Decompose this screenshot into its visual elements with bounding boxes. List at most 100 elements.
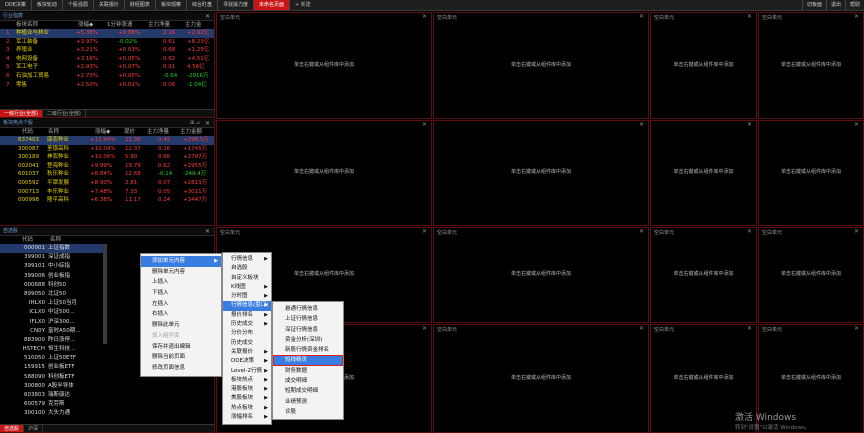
table-row[interactable]: 6 石油加工贸易 +2.73% +0.05% -0.64 -2916万 <box>0 72 214 81</box>
menu-item[interactable]: Level-2行情 ▶ <box>223 367 271 376</box>
menu-item[interactable]: 自定义板块 <box>223 274 271 283</box>
close-icon[interactable]: ✕ <box>422 228 427 235</box>
list-item[interactable]: 899050 北证50 <box>0 290 103 299</box>
menu-item[interactable]: 诊股 <box>273 407 343 417</box>
list-item[interactable]: 399006 创业板指 <box>0 272 103 281</box>
empty-cell[interactable]: ✕ 单击右键或从组件库中添加 <box>216 120 432 226</box>
list-item[interactable]: 510050 上证50ETF <box>0 354 103 363</box>
menu-item[interactable]: 历史成交 ▶ <box>223 320 271 329</box>
top-right-button[interactable]: 切板面 <box>801 0 826 10</box>
col-chg[interactable]: 涨幅◆ <box>78 21 93 29</box>
close-icon[interactable]: ✕ <box>639 121 644 128</box>
close-icon[interactable]: ✕ <box>639 325 644 332</box>
col-amount[interactable]: 主力金额 <box>180 128 202 136</box>
table-row[interactable]: 601037 秋乐种业 +8.84% 12.68 -0.14 -249.4万 <box>0 170 214 179</box>
top-tab[interactable]: 关联报价 <box>94 0 125 10</box>
top-tab[interactable]: DDE决策 <box>0 0 32 10</box>
table-row[interactable]: 4 电网设备 +3.16% +0.05% 0.62 +4.51亿 <box>0 55 214 64</box>
table-row[interactable]: 000998 隆平高科 +6.38% 11.17 0.24 +3447万 <box>0 196 214 205</box>
empty-cell[interactable]: 空白单元 ✕ 单击右键或从组件库中添加 <box>433 227 649 323</box>
col-net[interactable]: 主力净量 <box>148 21 170 29</box>
menu-item[interactable]: K线图 ▶ <box>223 283 271 292</box>
list-item[interactable]: 600579 克劳斯 <box>0 400 103 409</box>
table-row[interactable]: 000592 平潭发展 +8.90% 2.81 0.07 +2813万 <box>0 179 214 188</box>
table-row[interactable]: 002041 登海种业 +9.99% 19.79 0.62 +2955万 <box>0 162 214 171</box>
close-icon[interactable]: ✕ <box>639 228 644 235</box>
top-tab[interactable]: 板块轮动 <box>32 0 63 10</box>
close-icon[interactable]: ✕ <box>205 119 210 128</box>
table-row[interactable]: 2 军工装备 +3.97% -0.02% 0.61 +8.23亿 <box>0 38 214 47</box>
list-item[interactable]: CN0Y 富时A50期... <box>0 327 103 336</box>
close-icon[interactable]: ✕ <box>422 13 427 20</box>
empty-cell[interactable]: ✕ 单击右键或从组件库中添加 <box>758 120 864 226</box>
empty-cell[interactable]: 空白单元 ✕ 单击右键或从组件库中添加 <box>216 12 432 119</box>
col-chg[interactable]: 涨幅◆ <box>95 128 110 136</box>
menu-item[interactable]: 港股板块 ▶ <box>223 385 271 394</box>
menu-item[interactable]: 业绩预测 <box>273 397 343 407</box>
col-net[interactable]: 主力净量 <box>147 128 169 136</box>
top-tab[interactable]: 未命名页面 <box>253 0 290 10</box>
list-item[interactable]: 588090 科创板ETF <box>0 373 103 382</box>
table-row[interactable]: 837403 康农种业 +12.94% 21.38 0.45 +298.5万 <box>0 136 214 145</box>
menu-item[interactable]: 分时图 ▶ <box>223 292 271 301</box>
close-icon[interactable]: ✕ <box>854 325 859 332</box>
menu-item[interactable]: 删除当前页面 <box>141 352 221 363</box>
menu-item[interactable]: 短线精灵 <box>273 355 343 366</box>
close-icon[interactable]: ✕ <box>747 228 752 235</box>
menu-item[interactable]: 下插入 <box>141 288 221 299</box>
top-tab[interactable]: 寻找操力度 <box>218 0 254 10</box>
close-icon[interactable]: ✕ <box>639 13 644 20</box>
col-amount[interactable]: 主力金 <box>185 21 202 29</box>
empty-cell[interactable]: 空白单元 ✕ 单击右键或从组件库中添加 <box>650 12 757 119</box>
menu-item[interactable]: 保存并退出编辑 <box>141 342 221 353</box>
menu-item[interactable]: 行情信息 ▶ <box>223 255 271 264</box>
menu-item[interactable]: 短期成交明细 <box>273 386 343 396</box>
menu-item[interactable]: 关联报价 ▶ <box>223 348 271 357</box>
bottom-tab[interactable]: 自选股 <box>0 425 25 432</box>
list-item[interactable]: IHLX0 上证50当月 <box>0 299 103 308</box>
menu-item[interactable]: 报价排名 ▶ <box>223 311 271 320</box>
list-item[interactable]: 000001 上证指数 <box>0 244 103 254</box>
col-name[interactable]: 名称 <box>50 236 61 244</box>
list-item[interactable]: 000688 科创50 <box>0 281 103 290</box>
table-row[interactable]: 300087 荃银高科 +10.04% 12.37 0.16 +1745万 <box>0 145 214 154</box>
top-tab[interactable]: 财经图表 <box>125 0 156 10</box>
top-tab[interactable]: 综合盯盘 <box>187 0 218 10</box>
list-item[interactable]: 603803 瑞斯康达 <box>0 391 103 400</box>
scrollbar[interactable] <box>103 244 107 344</box>
empty-cell[interactable]: 空白单元 ✕ 单击右键或从组件库中添加 <box>758 12 864 119</box>
menu-item[interactable]: 分价分布 <box>223 329 271 338</box>
close-icon[interactable]: ✕ <box>747 325 752 332</box>
top-tab[interactable]: 板块观察 <box>156 0 187 10</box>
col-name[interactable]: 名称 <box>48 128 59 136</box>
close-icon[interactable]: ✕ <box>205 12 210 21</box>
menu-item[interactable]: 删除此单元 <box>141 320 221 331</box>
close-icon[interactable]: ✕ <box>854 121 859 128</box>
top-right-button[interactable]: 退出 <box>825 0 845 10</box>
menu-item[interactable]: 板块热点 ▶ <box>223 376 271 385</box>
menu-item[interactable]: 删除单元内容 <box>141 267 221 278</box>
list-item[interactable]: 883900 昨日涨停... <box>0 336 103 345</box>
list-item[interactable]: 399101 中小综指 <box>0 262 103 271</box>
list-item[interactable]: IFLX0 沪深300... <box>0 318 103 327</box>
menu-item[interactable]: 添加单元内容 ▶ <box>141 256 221 267</box>
menu-item[interactable]: 深证行情信息 <box>273 325 343 335</box>
menu-item[interactable]: 修改页面信息 <box>141 363 221 374</box>
list-item[interactable]: HSTECH 恒生科技... <box>0 345 103 354</box>
table-row[interactable]: 300189 神农种业 +10.06% 5.80 0.66 +2797万 <box>0 153 214 162</box>
table-row[interactable]: 000713 丰乐种业 +7.48% 7.33 0.05 +3011万 <box>0 188 214 197</box>
close-icon[interactable]: ✕ <box>422 325 427 332</box>
menu-item[interactable]: 涨幅排名 ▶ <box>223 413 271 422</box>
table-row[interactable]: 7 零售 +2.50% +0.01% 0.06 -1.04亿 <box>0 81 214 90</box>
table-row[interactable]: 1 种植业与林业 +5.38% +0.88% 2.26 +2.92亿 <box>0 29 214 38</box>
bottom-tab[interactable]: 沪深 <box>24 425 44 432</box>
bottom-tab[interactable]: 一级行业(全部) <box>0 110 43 117</box>
menu-item[interactable]: 历史成交 <box>223 339 271 348</box>
empty-cell[interactable]: ✕ 单击右键或从组件库中添加 <box>650 120 757 226</box>
menu-item[interactable]: 美股板块 ▶ <box>223 394 271 403</box>
col-price[interactable]: 现价 <box>124 128 135 136</box>
col-code[interactable]: 代码 <box>22 236 33 244</box>
empty-cell[interactable]: 空白单元 ✕ 单击右键或从组件库中添加 <box>433 12 649 119</box>
bottom-tab[interactable]: 二级行业(全部) <box>43 110 86 117</box>
top-right-button[interactable]: 帮助 <box>844 0 864 10</box>
